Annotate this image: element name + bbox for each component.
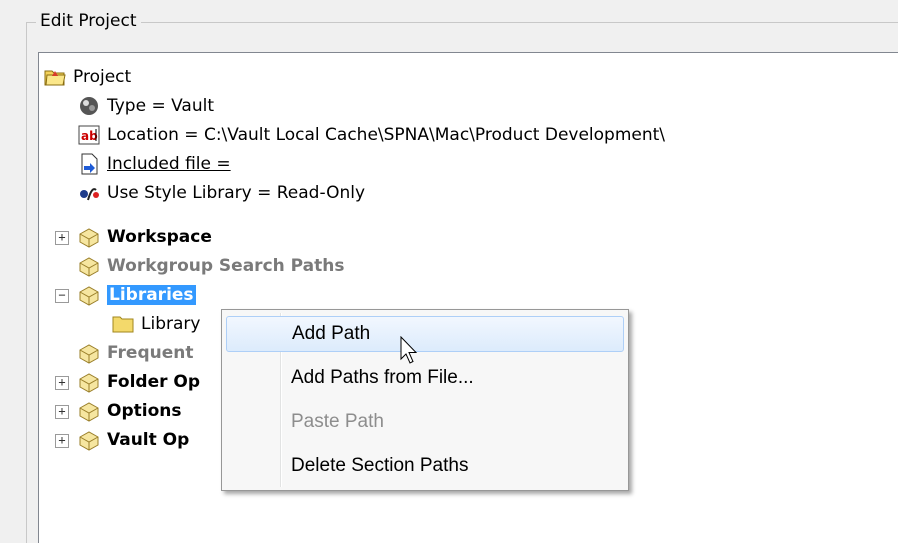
section-box-icon — [77, 370, 101, 394]
collapse-libraries-icon[interactable]: − — [55, 289, 69, 303]
style-library-icon — [77, 181, 101, 205]
tree-item-workspace[interactable]: Workspace — [77, 223, 212, 251]
text-ab-icon: ab — [77, 123, 101, 147]
tree-item-library[interactable]: Library — [111, 310, 200, 338]
tree-item-options[interactable]: Options — [77, 397, 181, 425]
context-menu: Add Path Add Paths from File... Paste Pa… — [221, 309, 629, 491]
project-folder-icon — [43, 65, 67, 89]
section-box-icon — [77, 283, 101, 307]
mouse-pointer-icon — [400, 335, 420, 370]
menu-item-paste-path: Paste Path — [291, 411, 384, 432]
section-box-icon — [77, 428, 101, 452]
tree-item-project[interactable]: Project — [43, 63, 131, 91]
menu-item-delete-section-paths[interactable]: Delete Section Paths — [226, 448, 624, 484]
tree-item-style-library[interactable]: Use Style Library = Read-Only — [77, 179, 365, 207]
section-box-icon — [77, 225, 101, 249]
tree-item-frequent[interactable]: Frequent — [77, 339, 193, 367]
folder-icon — [111, 312, 135, 336]
expand-options-icon[interactable]: + — [55, 405, 69, 419]
tree-item-type[interactable]: Type = Vault — [77, 92, 214, 120]
section-box-icon — [77, 399, 101, 423]
expand-vault-options-icon[interactable]: + — [55, 434, 69, 448]
menu-item-add-paths-from-file[interactable]: Add Paths from File... — [226, 360, 624, 396]
section-box-icon — [77, 254, 101, 278]
section-box-icon — [77, 341, 101, 365]
groupbox-title: Edit Project — [36, 10, 141, 32]
tree-item-location[interactable]: ab Location = C:\Vault Local Cache\SPNA\… — [77, 121, 665, 149]
tree-item-included-file[interactable]: Included file = — [77, 150, 231, 178]
vault-type-icon — [77, 94, 101, 118]
menu-item-add-path[interactable]: Add Path — [226, 316, 624, 352]
included-file-icon — [77, 152, 101, 176]
expand-folder-options-icon[interactable]: + — [55, 376, 69, 390]
tree-item-folder-options[interactable]: Folder Op — [77, 368, 200, 396]
tree-item-vault-options[interactable]: Vault Op — [77, 426, 189, 454]
tree-item-workgroup-search-paths[interactable]: Workgroup Search Paths — [77, 252, 345, 280]
expand-workspace-icon[interactable]: + — [55, 231, 69, 245]
tree-item-libraries[interactable]: Libraries — [77, 281, 196, 309]
